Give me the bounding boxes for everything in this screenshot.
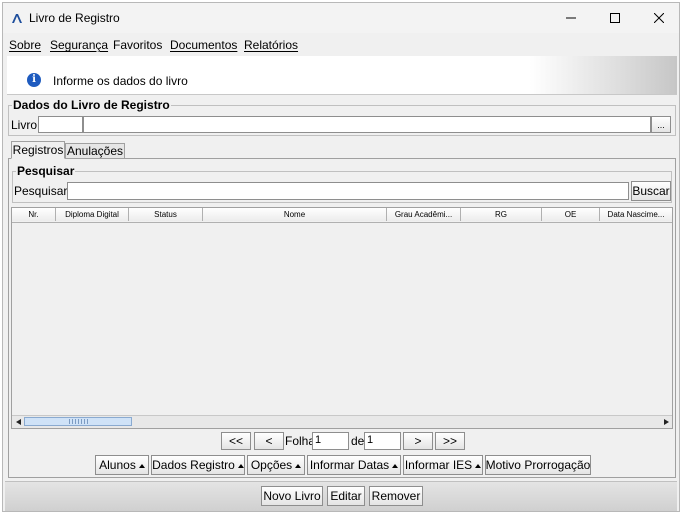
application-window: Livro de Registro Sobre Segurança Favori… [2, 2, 680, 512]
app-logo-icon [12, 14, 22, 23]
novo-livro-button[interactable]: Novo Livro [261, 486, 323, 506]
livro-group-title: Dados do Livro de Registro [12, 98, 171, 112]
minimize-icon [566, 17, 576, 19]
alunos-button[interactable]: Alunos [95, 455, 149, 475]
informar-ies-label: Informar IES [404, 458, 473, 472]
table-header: Nr. Diploma Digital Status Nome Grau Aca… [12, 208, 672, 223]
search-label: Pesquisar: [14, 184, 71, 198]
column-header-diploma-digital[interactable]: Diploma Digital [56, 208, 129, 221]
informar-datas-button[interactable]: Informar Datas [307, 455, 401, 475]
page-input[interactable]: 1 [312, 432, 349, 450]
column-header-grau-academico[interactable]: Grau Acadêmi... [387, 208, 461, 221]
window-title: Livro de Registro [29, 11, 120, 25]
scroll-left-button[interactable] [13, 418, 23, 426]
folha-label: Folha [285, 434, 316, 448]
maximize-button[interactable] [593, 3, 637, 33]
column-header-data-nascimento[interactable]: Data Nascime... [600, 208, 672, 221]
close-icon [654, 13, 664, 23]
motivo-prorrogacao-button[interactable]: Motivo Prorrogação [485, 455, 591, 475]
livro-code-input[interactable] [38, 116, 83, 133]
scroll-grip-icon [69, 419, 89, 424]
close-button[interactable] [637, 3, 679, 33]
first-page-button[interactable]: << [221, 432, 251, 450]
title-bar: Livro de Registro [3, 3, 679, 33]
remover-button[interactable]: Remover [369, 486, 423, 506]
tab-registros[interactable]: Registros [11, 141, 65, 159]
column-header-oe[interactable]: OE [542, 208, 600, 221]
dropdown-caret-icon [295, 463, 302, 468]
column-header-rg[interactable]: RG [461, 208, 542, 221]
scroll-right-icon [663, 419, 669, 425]
menu-documentos[interactable]: Documentos [170, 38, 237, 52]
informar-datas-label: Informar Datas [309, 458, 390, 472]
next-page-button[interactable]: > [403, 432, 433, 450]
banner-message: Informe os dados do livro [53, 74, 188, 88]
livro-browse-button[interactable]: ... [651, 116, 671, 133]
dropdown-caret-icon [475, 463, 482, 468]
informar-ies-button[interactable]: Informar IES [403, 455, 483, 475]
dados-registro-button[interactable]: Dados Registro [151, 455, 245, 475]
dropdown-caret-icon [138, 463, 145, 468]
horizontal-scrollbar[interactable] [12, 415, 672, 428]
prev-page-button[interactable]: < [254, 432, 284, 450]
info-banner: i Informe os dados do livro [7, 56, 677, 95]
alunos-label: Alunos [99, 458, 136, 472]
scroll-left-icon [15, 419, 21, 425]
total-pages-field: 1 [364, 432, 401, 450]
editar-button[interactable]: Editar [327, 486, 365, 506]
opcoes-label: Opções [250, 458, 293, 472]
maximize-icon [610, 13, 620, 23]
dados-registro-label: Dados Registro [152, 458, 235, 472]
registros-table: Nr. Diploma Digital Status Nome Grau Aca… [11, 207, 673, 429]
column-header-status[interactable]: Status [129, 208, 203, 221]
opcoes-button[interactable]: Opções [247, 455, 305, 475]
buscar-button[interactable]: Buscar [631, 181, 671, 201]
tab-anulacoes[interactable]: Anulações [65, 143, 125, 158]
info-icon: i [27, 73, 41, 87]
footer-bar: Novo Livro Editar Remover [5, 481, 677, 511]
menu-relatorios[interactable]: Relatórios [244, 38, 298, 52]
tab-panel-registros: Pesquisar Pesquisar: Buscar Nr. Diploma … [8, 158, 676, 478]
column-header-nome[interactable]: Nome [203, 208, 387, 221]
menu-bar: Sobre Segurança Favoritos Documentos Rel… [3, 35, 679, 55]
scroll-thumb[interactable] [24, 417, 132, 426]
menu-seguranca[interactable]: Segurança [50, 38, 108, 52]
de-label: de [351, 434, 365, 448]
livro-name-input[interactable] [83, 116, 651, 133]
livro-label: Livro: [11, 118, 41, 132]
column-header-nr[interactable]: Nr. [12, 208, 56, 221]
search-group-title: Pesquisar [16, 164, 76, 178]
menu-sobre[interactable]: Sobre [9, 38, 41, 52]
minimize-button[interactable] [549, 3, 593, 33]
search-input[interactable] [67, 182, 629, 200]
menu-favoritos[interactable]: Favoritos [113, 38, 162, 52]
dropdown-caret-icon [237, 463, 244, 468]
dropdown-caret-icon [392, 463, 399, 468]
last-page-button[interactable]: >> [435, 432, 465, 450]
scroll-right-button[interactable] [661, 418, 671, 426]
